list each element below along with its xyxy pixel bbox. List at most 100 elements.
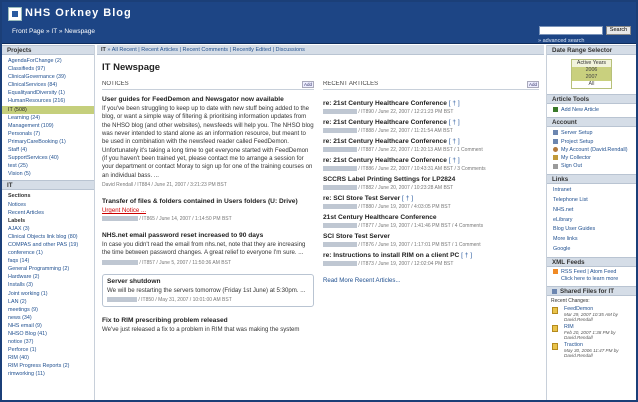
article-title[interactable]: re: 21st Century Healthcare Conference (323, 100, 447, 107)
nhs-logo-icon[interactable] (8, 7, 22, 21)
label-item[interactable]: Hardware (2) (8, 273, 88, 281)
shared-file-item[interactable]: RIM Feb 20, 2007 1:38 PM by David.Rendall (547, 324, 636, 340)
subnav-section[interactable]: IT (101, 47, 106, 53)
label-item[interactable]: conference (1) (8, 249, 88, 257)
article-title[interactable]: re: 21st Century Healthcare Conference (323, 157, 447, 164)
shared-file-item[interactable]: FeedDemon Mar 29, 2007 10:35 AM by David.… (547, 306, 636, 322)
project-item[interactable]: ClinicalServices (84) (8, 81, 88, 89)
year-option[interactable]: 2007 (572, 74, 611, 81)
account-list: Server Setup Project Setup My Account (D… (547, 127, 636, 170)
subnav-recently-edited[interactable]: Recently Edited (233, 47, 272, 53)
urgent-notice-link[interactable]: Urgent Notice ... (102, 207, 314, 214)
shared-file-item[interactable]: Traction May 30, 2006 11:47 PM by David.R… (547, 342, 636, 358)
label-item[interactable]: rimworking (11) (8, 370, 88, 378)
year-option[interactable]: 2006 (572, 67, 611, 74)
project-item[interactable]: test (25) (8, 162, 88, 170)
project-item[interactable]: Personals (7) (8, 130, 88, 138)
search-input[interactable] (539, 26, 603, 35)
link-telephone-list[interactable]: Telephone List (547, 196, 636, 206)
label-item[interactable]: notice (37) (8, 338, 88, 346)
author-redacted (323, 204, 357, 210)
account-header: Account (547, 117, 636, 128)
label-item[interactable]: Perforce (1) (8, 346, 88, 354)
subnav-recent-articles[interactable]: Recent Articles (141, 47, 178, 53)
project-item[interactable]: Learning (24) (8, 114, 88, 122)
project-item[interactable]: ClinicalGovernance (39) (8, 73, 88, 81)
rss-atom-feed-links[interactable]: RSS Feed | Atom Feed (547, 267, 636, 276)
notice-title[interactable]: User guides for FeedDemon and Newsgator … (102, 96, 314, 103)
label-item[interactable]: Joint working (1) (8, 290, 88, 298)
right-sidebar: Date Range Selector Active Years 2006 20… (546, 45, 636, 400)
article-title[interactable]: re: Instructions to install RIM on a cli… (323, 252, 459, 259)
label-item[interactable]: AJAX (3) (8, 225, 88, 233)
label-item[interactable]: Installs (3) (8, 281, 88, 289)
article-meta: / IT876 / June 19, 2007 / 1:17:01 PM BST… (358, 242, 481, 248)
notice-title[interactable]: Transfer of files & folders contained in… (102, 198, 314, 205)
project-item[interactable]: HumanResources (216) (8, 97, 88, 105)
project-item[interactable]: Vision (5) (8, 170, 88, 178)
label-item[interactable]: COMPAS and other PAS (19) (8, 241, 88, 249)
add-new-article-link[interactable]: Add New Article (547, 104, 636, 114)
site-title[interactable]: NHS Orkney Blog (25, 7, 132, 19)
link-more-links[interactable]: More links (547, 235, 636, 245)
article-title[interactable]: re: 21st Century Healthcare Conference (323, 119, 447, 126)
project-item[interactable]: Management (109) (8, 122, 88, 130)
project-item[interactable]: EqualityandDiversity (1) (8, 89, 88, 97)
subnav-discussions[interactable]: Discussions (276, 47, 305, 53)
section-item[interactable]: Recent Articles (8, 209, 88, 217)
article-title[interactable]: SCCRS Label Printing Settings for LP2824 (323, 176, 455, 183)
article-title[interactable]: 21st Century Healthcare Conference (323, 214, 437, 221)
link-intranet[interactable]: Intranet (547, 186, 636, 196)
link-google[interactable]: Google (547, 245, 636, 255)
link-blog-user-guides[interactable]: Blog User Guides (547, 225, 636, 235)
label-item[interactable]: RIM Progress Reports (2) (8, 362, 88, 370)
read-more-link[interactable]: Read More Recent Articles... (323, 277, 539, 284)
article-mark: [ † ] (402, 195, 414, 202)
add-article-button[interactable]: Add (526, 81, 539, 88)
label-item[interactable]: faqs (14) (8, 257, 88, 265)
sign-out-link[interactable]: Sign Out (547, 162, 636, 170)
label-item[interactable]: LAN (2) (8, 298, 88, 306)
article-title[interactable]: re: SCI Store Test Server (323, 195, 400, 202)
article-item: SCCRS Label Printing Settings for LP2824… (323, 176, 539, 191)
notice-title[interactable]: Fix to RIM prescribing problem released (102, 317, 314, 324)
link-elibrary[interactable]: eLibrary (547, 216, 636, 226)
project-item[interactable]: PrimaryCareBooking (1) (8, 138, 88, 146)
label-item[interactable]: meetings (9) (8, 306, 88, 314)
breadcrumb-front-page[interactable]: Front Page (12, 28, 44, 35)
label-item[interactable]: Clinical Objects link blog (80) (8, 233, 88, 241)
project-setup-link[interactable]: Project Setup (547, 138, 636, 146)
label-item[interactable]: RIM (40) (8, 354, 88, 362)
my-collector-link[interactable]: My Collector (547, 154, 636, 162)
subnav-recent-comments[interactable]: Recent Comments (182, 47, 228, 53)
notice-title[interactable]: NHS.net email password reset increased t… (102, 232, 314, 239)
section-item[interactable]: Notices (8, 201, 88, 209)
subnav-all-recent[interactable]: All Recent (112, 47, 137, 53)
label-item[interactable]: General Programming (2) (8, 265, 88, 273)
add-notice-button[interactable]: Add (301, 81, 314, 88)
project-item[interactable]: AgendaForChange (2) (8, 57, 88, 65)
label-item[interactable]: NHSO Blog (41) (8, 330, 88, 338)
folder-icon (552, 343, 558, 351)
user-icon (553, 146, 558, 152)
it-header: IT (2, 180, 94, 191)
folder-icon (552, 325, 558, 333)
year-option-all[interactable]: All (572, 81, 611, 88)
article-title[interactable]: SCI Store Test Server (323, 233, 390, 240)
project-item[interactable]: Classifieds (97) (8, 65, 88, 73)
learn-more-link[interactable]: Click here to learn more (547, 276, 636, 283)
article-item: re: 21st Century Healthcare Conference [… (323, 138, 539, 153)
project-item-selected[interactable]: IT (508) (2, 105, 94, 114)
article-mark: [ † ] (448, 138, 460, 145)
article-title[interactable]: re: 21st Century Healthcare Conference (323, 138, 447, 145)
project-item[interactable]: Staff (4) (8, 146, 88, 154)
link-nhs-net[interactable]: NHS.net (547, 206, 636, 216)
search-button[interactable]: Search (606, 26, 631, 35)
my-account-link[interactable]: My Account (David.Rendall) (547, 146, 636, 154)
notice-title[interactable]: Server shutdown (107, 278, 309, 285)
project-item[interactable]: SupportServices (40) (8, 154, 88, 162)
advanced-search-link[interactable]: » advanced search (538, 38, 584, 44)
server-setup-link[interactable]: Server Setup (547, 129, 636, 137)
label-item[interactable]: news (34) (8, 314, 88, 322)
label-item[interactable]: NHS email (9) (8, 322, 88, 330)
